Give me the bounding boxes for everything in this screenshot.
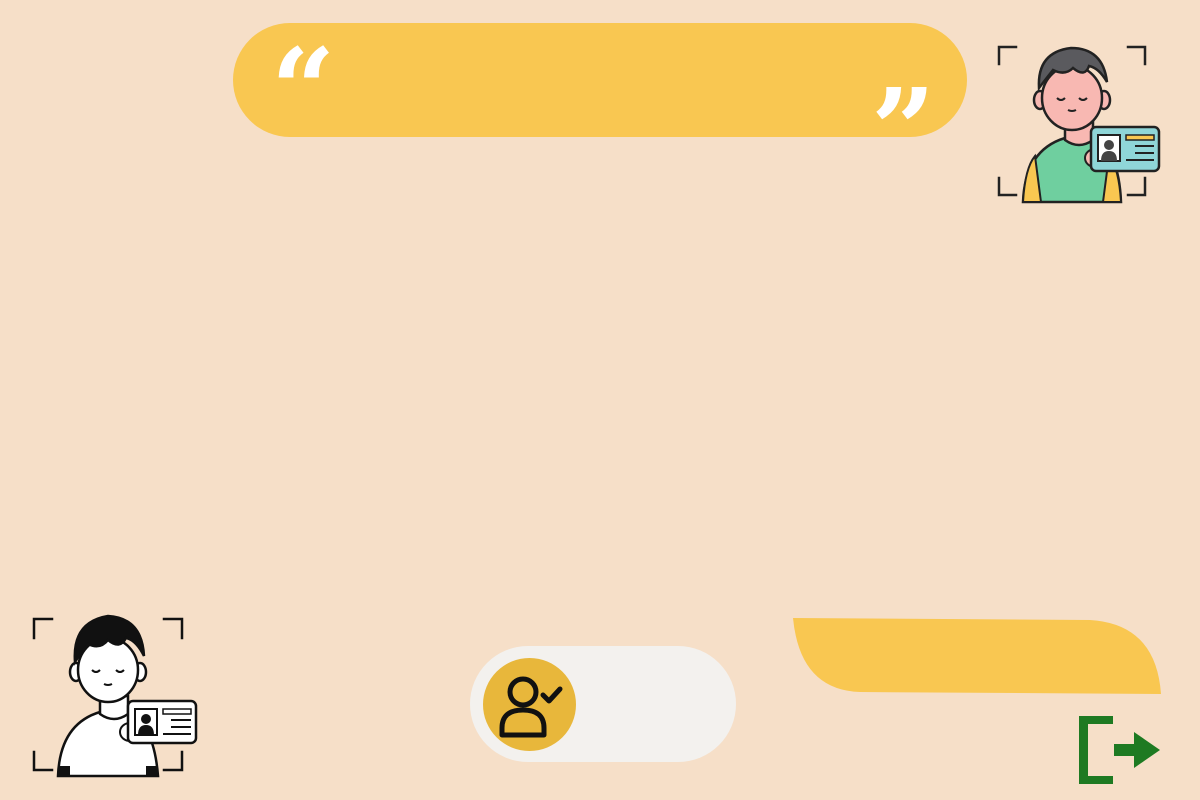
exit-arrow-icon: [1079, 716, 1160, 784]
open-quote-icon: “: [271, 25, 336, 156]
person-id-card-outline-icon: [30, 610, 200, 778]
close-quote-icon: ”: [871, 65, 936, 196]
user-verified-pill: [470, 646, 736, 762]
user-avatar-circle: [483, 658, 576, 751]
quote-bubble: “ ”: [233, 23, 967, 187]
person-id-card-color-icon: [995, 38, 1163, 204]
user-check-icon: [499, 676, 563, 738]
yellow-swoosh-shape: [790, 616, 1162, 696]
exit-button[interactable]: [1076, 714, 1164, 786]
